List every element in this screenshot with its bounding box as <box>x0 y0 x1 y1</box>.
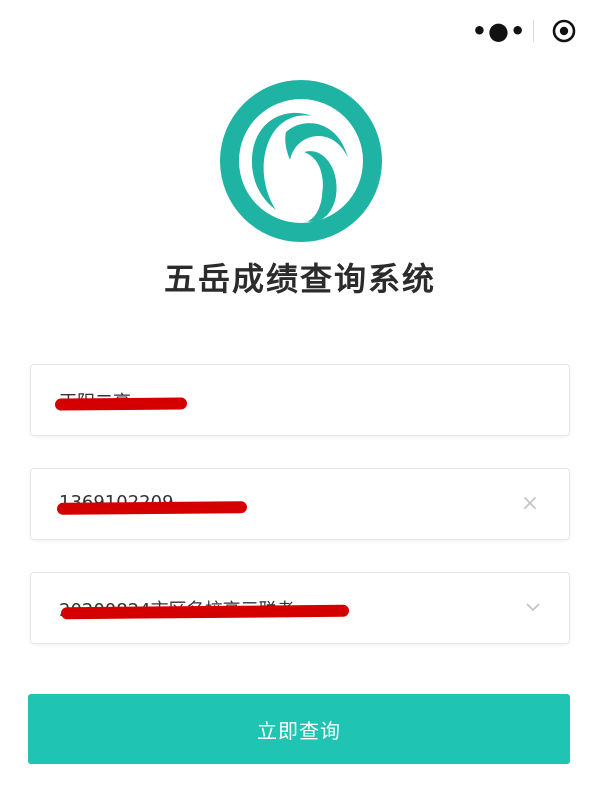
exam-select[interactable]: 20200824市区名校高三联考 <box>30 572 570 644</box>
mini-program-capsule: •●• <box>446 8 586 54</box>
redaction-mark <box>60 604 350 620</box>
clear-icon[interactable]: × <box>519 493 541 515</box>
redaction-mark <box>56 501 248 515</box>
more-button[interactable]: •●• <box>471 11 527 51</box>
query-button-label: 立即查询 <box>257 718 341 743</box>
chevron-down-icon <box>526 603 540 612</box>
app-logo <box>220 80 382 242</box>
phone-field[interactable]: 1369102209 × <box>30 468 570 540</box>
target-icon <box>552 19 576 43</box>
query-button[interactable]: 立即查询 <box>28 694 570 764</box>
close-mini-program-button[interactable] <box>542 11 586 51</box>
capsule-divider <box>533 20 534 42</box>
more-icon: •●• <box>471 17 527 45</box>
school-field[interactable]: 正阳二高 <box>30 364 570 436</box>
redaction-mark <box>54 397 188 411</box>
page-title: 五岳成绩查询系统 <box>163 260 436 298</box>
